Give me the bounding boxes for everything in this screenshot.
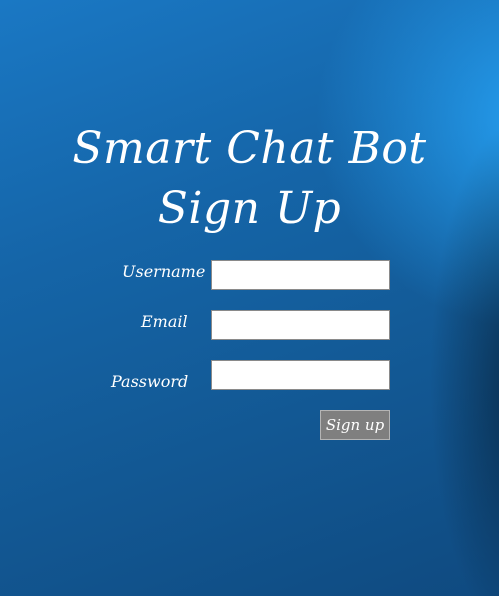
email-label: Email	[141, 312, 188, 331]
email-field[interactable]	[211, 310, 390, 340]
password-label: Password	[111, 372, 189, 391]
password-field[interactable]	[211, 360, 390, 390]
page-subtitle: Sign Up	[157, 183, 342, 234]
signup-button[interactable]: Sign up	[320, 410, 390, 440]
username-label: Username	[122, 262, 206, 281]
username-field[interactable]	[211, 260, 390, 290]
page-title: Smart Chat Bot	[72, 123, 427, 174]
